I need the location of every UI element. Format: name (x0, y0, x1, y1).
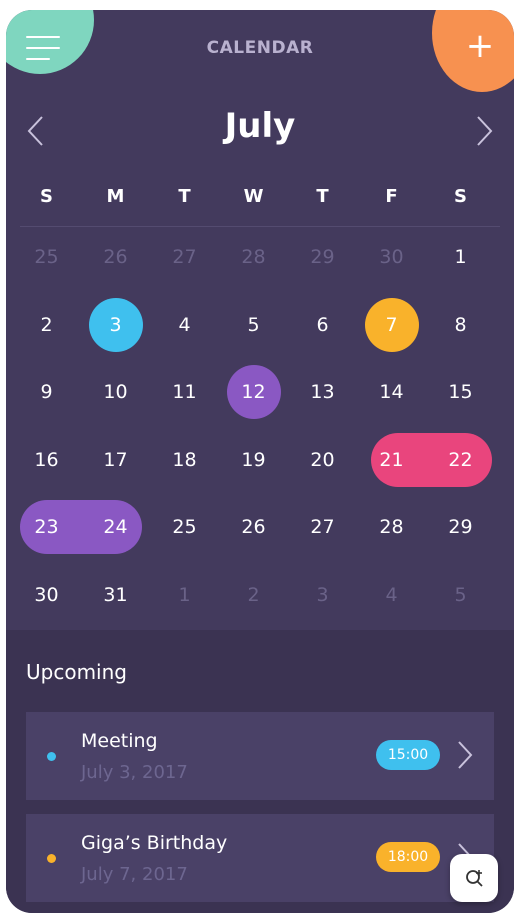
calendar-day[interactable]: 20 (288, 433, 357, 487)
weekday-label: T (178, 186, 191, 207)
weekday-label: S (40, 186, 53, 207)
calendar-day-selected[interactable]: 7 (357, 298, 426, 352)
calendar-day[interactable]: 29 (288, 230, 357, 284)
calendar-day[interactable]: 25 (12, 230, 81, 284)
calendar-screen: + CALENDAR July S M T W T F S 25 26 27 2… (6, 10, 514, 913)
calendar-day[interactable]: 19 (219, 433, 288, 487)
calendar-day-selected[interactable]: 22 (426, 433, 495, 487)
calendar-day-selected[interactable]: 3 (81, 298, 150, 352)
event-title: Meeting (81, 730, 158, 752)
calendar-day[interactable]: 14 (357, 365, 426, 419)
event-time-badge: 15:00 (376, 740, 440, 770)
weekday-label: M (106, 186, 125, 207)
calendar-day[interactable]: 28 (357, 500, 426, 554)
event-card-meeting[interactable]: Meeting July 3, 2017 15:00 (26, 712, 494, 800)
weekday-label: T (316, 186, 329, 207)
calendar-day[interactable]: 16 (12, 433, 81, 487)
weekday-label: F (385, 186, 398, 207)
week-row: 25 26 27 28 29 30 1 (12, 230, 496, 284)
calendar-day[interactable]: 30 (357, 230, 426, 284)
calendar-day[interactable]: 27 (150, 230, 219, 284)
chevron-right-icon[interactable] (472, 114, 496, 148)
calendar-day[interactable]: 3 (288, 568, 357, 622)
divider (20, 226, 500, 227)
calendar-day-selected[interactable]: 23 (12, 500, 81, 554)
calendar-day[interactable]: 5 (219, 298, 288, 352)
calendar-day[interactable]: 27 (288, 500, 357, 554)
event-card-birthday[interactable]: Giga’s Birthday July 7, 2017 18:00 (26, 814, 494, 902)
week-row: 9 10 11 12 13 14 15 (12, 365, 496, 419)
refresh-search-icon[interactable] (450, 854, 498, 902)
calendar-day-selected[interactable]: 12 (219, 365, 288, 419)
calendar-day[interactable]: 29 (426, 500, 495, 554)
calendar-day[interactable]: 28 (219, 230, 288, 284)
calendar-day[interactable]: 26 (81, 230, 150, 284)
calendar-day[interactable]: 15 (426, 365, 495, 419)
calendar-day[interactable]: 26 (219, 500, 288, 554)
weekday-label: S (454, 186, 467, 207)
calendar-day[interactable]: 17 (81, 433, 150, 487)
event-title: Giga’s Birthday (81, 832, 228, 854)
calendar-day[interactable]: 13 (288, 365, 357, 419)
calendar-day[interactable]: 25 (150, 500, 219, 554)
calendar-day[interactable]: 1 (150, 568, 219, 622)
event-dot (47, 752, 56, 761)
calendar-day[interactable]: 18 (150, 433, 219, 487)
calendar-day[interactable]: 31 (81, 568, 150, 622)
weekday-label: W (243, 186, 264, 207)
calendar-day[interactable]: 2 (219, 568, 288, 622)
calendar-day[interactable]: 30 (12, 568, 81, 622)
app-title: CALENDAR (206, 38, 314, 58)
calendar-day[interactable]: 2 (12, 298, 81, 352)
calendar-day[interactable]: 1 (426, 230, 495, 284)
calendar-day-selected[interactable]: 24 (81, 500, 150, 554)
weekday-header: S M T W T F S (12, 186, 496, 207)
calendar-day[interactable]: 4 (357, 568, 426, 622)
calendar-day[interactable]: 6 (288, 298, 357, 352)
calendar-day-selected[interactable]: 21 (357, 433, 426, 487)
event-date: July 7, 2017 (81, 864, 188, 885)
calendar-day[interactable]: 10 (81, 365, 150, 419)
calendar-day[interactable]: 4 (150, 298, 219, 352)
calendar-day[interactable]: 8 (426, 298, 495, 352)
week-row: 16 17 18 19 20 21 22 (12, 433, 496, 487)
upcoming-title: Upcoming (26, 660, 127, 684)
event-dot (47, 854, 56, 863)
month-title: July (224, 106, 296, 146)
calendar-day[interactable]: 5 (426, 568, 495, 622)
calendar-day[interactable]: 9 (12, 365, 81, 419)
week-row: 23 24 25 26 27 28 29 (12, 500, 496, 554)
chevron-right-icon[interactable] (456, 740, 474, 770)
event-time-badge: 18:00 (376, 842, 440, 872)
week-row: 2 3 4 5 6 7 8 (12, 298, 496, 352)
week-row: 30 31 1 2 3 4 5 (12, 568, 496, 622)
event-date: July 3, 2017 (81, 762, 188, 783)
calendar-day[interactable]: 11 (150, 365, 219, 419)
